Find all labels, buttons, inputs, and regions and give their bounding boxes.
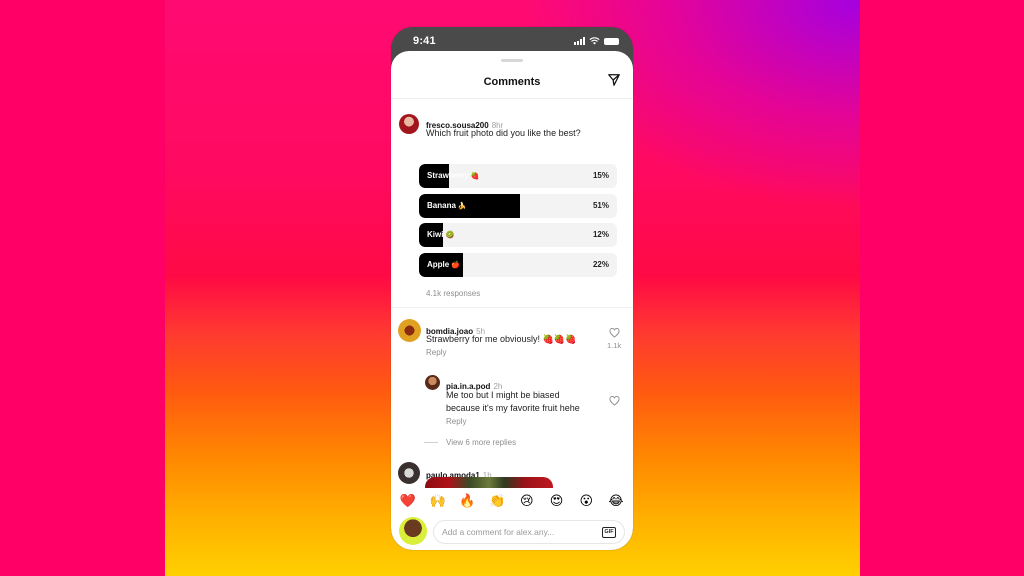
phone-frame: 9:41 Comments fresco.sousa200 8hr Which f… (391, 27, 633, 550)
current-user-avatar (399, 517, 427, 545)
poll-option[interactable]: Banana 🍌 51% (419, 193, 617, 218)
laughing-emoji-icon[interactable]: 😂 (605, 492, 627, 510)
comment-text: Which fruit photo did you like the best? (426, 128, 581, 138)
poll-option[interactable]: Apple 🍎 22% (419, 252, 617, 277)
strawberry-emoji-icon: 🍓 (470, 173, 480, 180)
apple-emoji-icon: 🍎 (451, 261, 460, 269)
poll-percent: 15% (592, 171, 609, 180)
poll-option-label: Strawberry 🍓 (427, 171, 480, 180)
poll: Strawberry 🍓 15% Banana 🍌 51% Kiwi 🥝 12% Ap… (419, 164, 617, 282)
banana-emoji-icon: 🍌 (457, 202, 467, 210)
poll-option-label: Banana 🍌 (427, 200, 467, 210)
page-title: Comments (483, 76, 541, 88)
poll-percent: 51% (592, 200, 609, 210)
view-more-label: View 6 more replies (446, 438, 517, 447)
avatar[interactable] (398, 319, 421, 342)
wifi-icon (589, 37, 600, 45)
heart-eyes-emoji-icon[interactable]: 😍 (546, 492, 568, 510)
poll-option[interactable]: Kiwi 🥝 12% (419, 223, 617, 247)
poll-percent: 12% (592, 230, 609, 239)
sheet-grabber[interactable] (501, 59, 523, 62)
comment-text: Strawberry for me obviously! 🍓🍓🍓 (426, 334, 577, 344)
poll-option-label: Apple 🍎 (427, 259, 460, 269)
avatar[interactable] (425, 375, 440, 390)
raising-hands-emoji-icon[interactable]: 🙌 (427, 492, 449, 510)
send-icon[interactable] (607, 73, 621, 87)
poll-option[interactable]: Strawberry 🍓 15% (419, 164, 617, 188)
avatar[interactable] (399, 114, 419, 134)
poll-responses-count[interactable]: 4.1k responses (426, 289, 480, 298)
divider-line (424, 442, 438, 443)
like-count: 1.1k (607, 341, 622, 350)
avatar[interactable] (398, 462, 420, 484)
kiwi-emoji-icon: 🥝 (445, 232, 455, 239)
poll-option-label: Kiwi 🥝 (427, 230, 455, 239)
surprised-emoji-icon[interactable]: 😮 (575, 492, 597, 510)
comments-sheet: Comments fresco.sousa200 8hr Which fruit … (391, 51, 633, 550)
battery-icon (604, 38, 619, 45)
divider (391, 307, 633, 308)
view-more-replies-button[interactable]: View 6 more replies (424, 438, 516, 447)
signal-icon (574, 37, 585, 45)
crying-emoji-icon[interactable]: 😢 (516, 492, 538, 510)
poll-percent: 22% (592, 259, 609, 269)
reply-text: Me too but I might be biased because it'… (446, 390, 580, 413)
reply-button[interactable]: Reply (446, 417, 466, 426)
fire-emoji-icon[interactable]: 🔥 (456, 492, 478, 510)
status-time: 9:41 (413, 35, 436, 47)
header-divider (391, 98, 633, 99)
clapping-emoji-icon[interactable]: 👏 (486, 492, 508, 510)
comment-input[interactable] (433, 520, 625, 544)
heart-emoji-icon[interactable]: ❤️ (397, 492, 419, 510)
reply-button[interactable]: Reply (426, 348, 446, 357)
heart-icon[interactable] (609, 396, 620, 406)
emoji-reaction-bar: ❤️ 🙌 🔥 👏 😢 😍 😮 😂 (397, 492, 627, 510)
gif-button[interactable]: GIF (602, 527, 616, 538)
heart-icon[interactable] (609, 328, 620, 338)
status-icons (574, 37, 619, 45)
